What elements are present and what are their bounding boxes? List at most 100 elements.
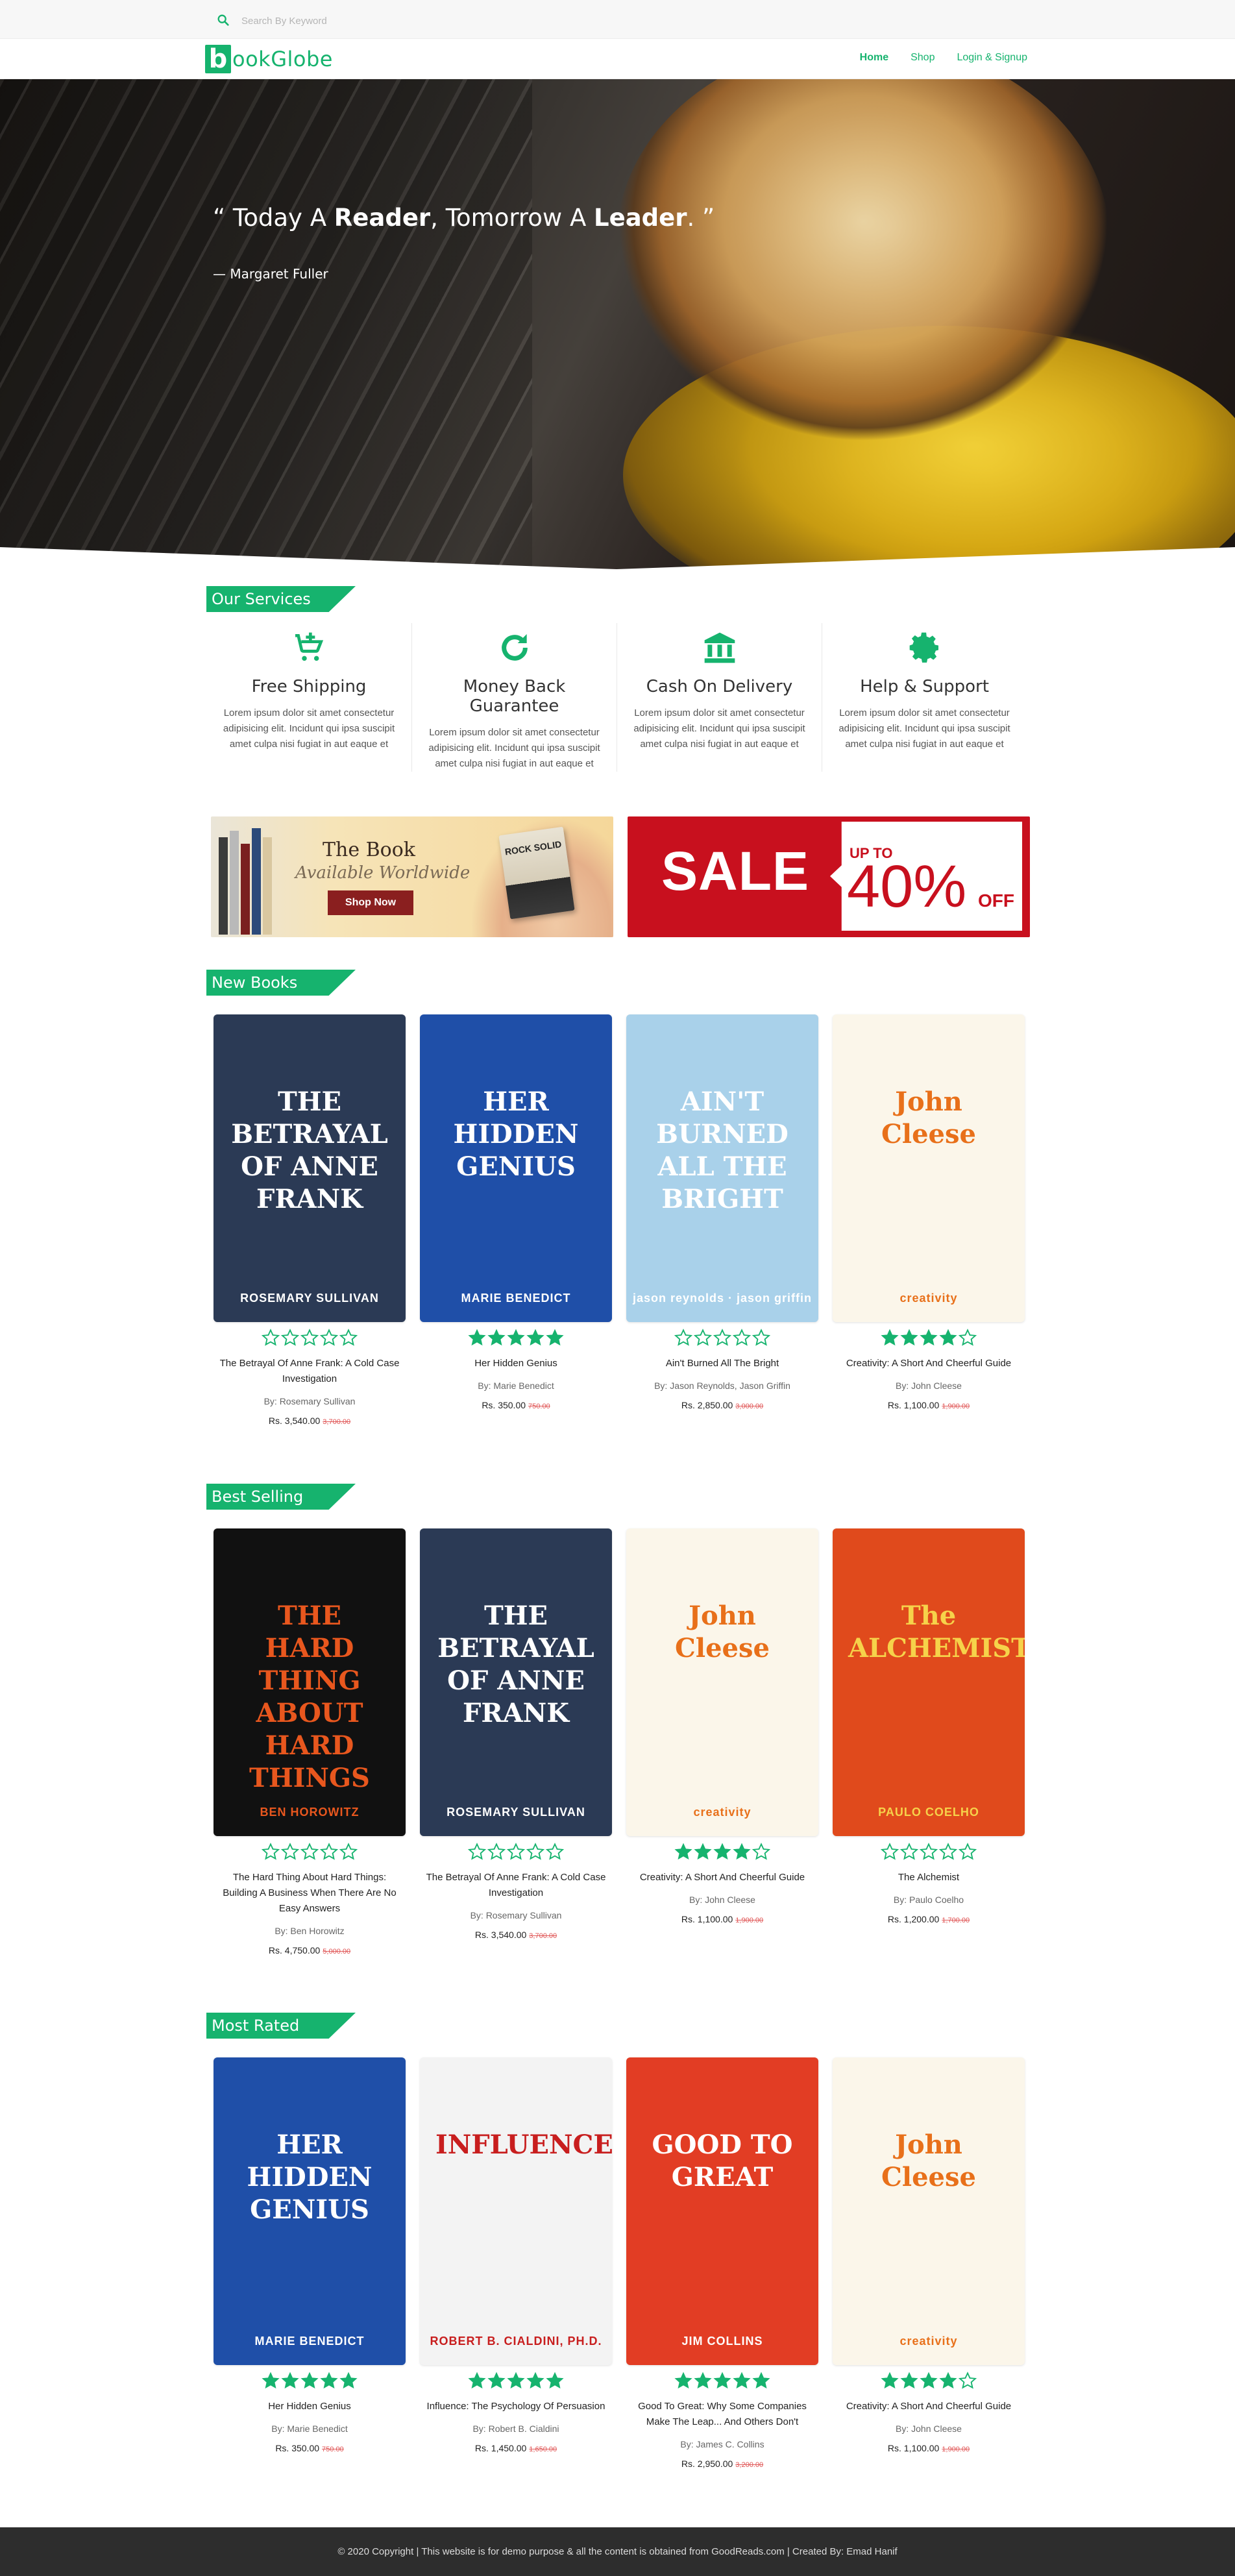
- book-title[interactable]: Creativity: A Short And Cheerful Guide: [825, 2399, 1032, 2414]
- book-title[interactable]: Creativity: A Short And Cheerful Guide: [619, 1870, 825, 1885]
- book-cover[interactable]: HER HIDDEN GENIUS MARIE BENEDICT: [214, 2057, 406, 2365]
- nav-login-signup[interactable]: Login & Signup: [957, 52, 1027, 64]
- book-cover[interactable]: John Cleese creativity: [626, 1528, 818, 1836]
- book-card[interactable]: John Cleese creativity Creativity: A Short…: [619, 1528, 825, 1956]
- book-title[interactable]: Her Hidden Genius: [413, 1356, 619, 1371]
- cover-author: BEN HOROWITZ: [260, 1806, 360, 1819]
- book-price: Rs. 1,200.00: [887, 1914, 940, 1924]
- rating-stars: [825, 1329, 1032, 1348]
- book-title[interactable]: The Betrayal Of Anne Frank: A Cold Case …: [206, 1356, 413, 1387]
- star-icon: [487, 2372, 506, 2389]
- rating-stars: [619, 1843, 825, 1862]
- book-title[interactable]: The Alchemist: [825, 1870, 1032, 1885]
- cover-title: John Cleese: [881, 2129, 976, 2192]
- book-old-price: 3,000.00: [735, 1403, 764, 1410]
- star-icon: [733, 2372, 751, 2389]
- star-icon: [939, 1329, 957, 1346]
- book-cover[interactable]: The ALCHEMIST PAULO COELHO: [833, 1528, 1025, 1836]
- price-line: Rs. 1,100.00 1,900.00: [619, 1914, 825, 1924]
- book-card[interactable]: HER HIDDEN GENIUS MARIE BENEDICT Her Hidde…: [206, 2057, 413, 2469]
- star-icon: [959, 1843, 977, 1860]
- book-cover[interactable]: THE HARD THING ABOUT HARD THINGS BEN HORO…: [214, 1528, 406, 1836]
- star-icon: [881, 1329, 899, 1346]
- book-cover[interactable]: THE BETRAYAL OF ANNE FRANK ROSEMARY SULLI…: [214, 1014, 406, 1322]
- book-cover[interactable]: GOOD TO GREAT JIM COLLINS: [626, 2057, 818, 2365]
- book-card[interactable]: John Cleese creativity Creativity: A Short…: [825, 1014, 1032, 1426]
- star-icon: [713, 2372, 731, 2389]
- price-line: Rs. 350.00 750.00: [206, 2443, 413, 2453]
- book-card[interactable]: INFLUENCE ROBERT B. CIALDINI, PH.D. Influe…: [413, 2057, 619, 2469]
- book-card[interactable]: HER HIDDEN GENIUS MARIE BENEDICT Her Hidde…: [413, 1014, 619, 1426]
- hero-banner: “ Today A Reader, Tomorrow A Leader. ” —…: [0, 79, 1235, 572]
- book-price: Rs. 1,100.00: [681, 1914, 733, 1924]
- star-icon: [526, 2372, 544, 2389]
- book-card[interactable]: The ALCHEMIST PAULO COELHO The Alchemist By…: [825, 1528, 1032, 1956]
- rating-stars: [206, 1843, 413, 1862]
- book-card[interactable]: THE BETRAYAL OF ANNE FRANK ROSEMARY SULLI…: [413, 1528, 619, 1956]
- book-author: By: John Cleese: [896, 2423, 962, 2434]
- nav-home[interactable]: Home: [860, 52, 888, 64]
- book-card[interactable]: John Cleese creativity Creativity: A Short…: [825, 2057, 1032, 2469]
- book-title[interactable]: Her Hidden Genius: [206, 2399, 413, 2414]
- book-cover[interactable]: INFLUENCE ROBERT B. CIALDINI, PH.D.: [420, 2057, 612, 2365]
- star-icon: [468, 2372, 486, 2389]
- shop-now-button[interactable]: Shop Now: [328, 890, 413, 915]
- cover-author: ROSEMARY SULLIVAN: [240, 1292, 379, 1305]
- cover-author: creativity: [899, 2335, 958, 2348]
- book-title[interactable]: The Hard Thing About Hard Things: Buildi…: [206, 1870, 413, 1917]
- book-card[interactable]: GOOD TO GREAT JIM COLLINS Good To Great: W…: [619, 2057, 825, 2469]
- star-icon: [920, 1843, 938, 1860]
- book-card[interactable]: THE BETRAYAL OF ANNE FRANK ROSEMARY SULLI…: [206, 1014, 413, 1426]
- book-old-price: 3,700.00: [529, 1932, 557, 1940]
- book-author: By: Rosemary Sullivan: [470, 1910, 562, 1920]
- book-author: By: Marie Benedict: [478, 1380, 554, 1391]
- book-cover[interactable]: HER HIDDEN GENIUS MARIE BENEDICT: [420, 1014, 612, 1322]
- book-cover[interactable]: THE BETRAYAL OF ANNE FRANK ROSEMARY SULLI…: [420, 1528, 612, 1836]
- book-price: Rs. 2,950.00: [681, 2459, 733, 2469]
- book-card[interactable]: AIN'T BURNED ALL THE BRIGHT jason reynold…: [619, 1014, 825, 1426]
- rating-stars: [206, 1329, 413, 1348]
- refresh-icon: [501, 634, 528, 661]
- price-line: Rs. 1,100.00 1,900.00: [825, 1400, 1032, 1410]
- star-icon: [507, 2372, 525, 2389]
- book-cover[interactable]: AIN'T BURNED ALL THE BRIGHT jason reynold…: [626, 1014, 818, 1322]
- book-title[interactable]: Influence: The Psychology Of Persuasion: [413, 2399, 619, 2414]
- star-icon: [339, 2372, 358, 2389]
- star-icon: [468, 1329, 486, 1346]
- book-title[interactable]: Ain't Burned All The Bright: [619, 1356, 825, 1371]
- cover-title: THE HARD THING ABOUT HARD THINGS: [249, 1601, 370, 1793]
- service-text: Lorem ipsum dolor sit amet consectetur a…: [633, 707, 805, 750]
- search-icon[interactable]: [216, 13, 230, 27]
- book-promo-banner[interactable]: The Book Available Worldwide Shop Now RO…: [211, 816, 613, 937]
- rating-stars: [413, 1843, 619, 1862]
- book-cover[interactable]: John Cleese creativity: [833, 1014, 1025, 1322]
- sale-word: SALE: [661, 840, 810, 902]
- sale-banner[interactable]: SALE UP TO 40% OFF: [628, 816, 1030, 937]
- rating-stars: [825, 1843, 1032, 1862]
- star-icon: [546, 1329, 564, 1346]
- services-list: Free Shipping Lorem ipsum dolor sit amet…: [206, 623, 1028, 772]
- book-price: Rs. 4,750.00: [268, 1945, 321, 1956]
- price-line: Rs. 350.00 750.00: [413, 1400, 619, 1410]
- logo-mark: b: [205, 45, 231, 73]
- star-icon: [339, 1329, 358, 1346]
- star-icon: [900, 1329, 918, 1346]
- star-icon: [674, 1329, 692, 1346]
- rating-stars: [206, 2372, 413, 2391]
- star-icon: [694, 1843, 712, 1860]
- star-icon: [281, 2372, 299, 2389]
- star-icon: [546, 2372, 564, 2389]
- brand-logo[interactable]: b ookGlobe: [205, 42, 333, 77]
- nav-shop[interactable]: Shop: [911, 52, 935, 64]
- star-icon: [900, 1843, 918, 1860]
- book-title[interactable]: Good To Great: Why Some Companies Make T…: [619, 2399, 825, 2430]
- hero-quote: “ Today A Reader, Tomorrow A Leader. ”: [213, 204, 715, 232]
- book-card[interactable]: THE HARD THING ABOUT HARD THINGS BEN HORO…: [206, 1528, 413, 1956]
- book-cover[interactable]: John Cleese creativity: [833, 2057, 1025, 2365]
- search-input[interactable]: [241, 12, 501, 30]
- cover-title: HER HIDDEN GENIUS: [453, 1086, 579, 1182]
- price-line: Rs. 1,450.00 1,650.00: [413, 2443, 619, 2453]
- cover-title: John Cleese: [675, 1601, 770, 1663]
- book-title[interactable]: The Betrayal Of Anne Frank: A Cold Case …: [413, 1870, 619, 1901]
- book-title[interactable]: Creativity: A Short And Cheerful Guide: [825, 1356, 1032, 1371]
